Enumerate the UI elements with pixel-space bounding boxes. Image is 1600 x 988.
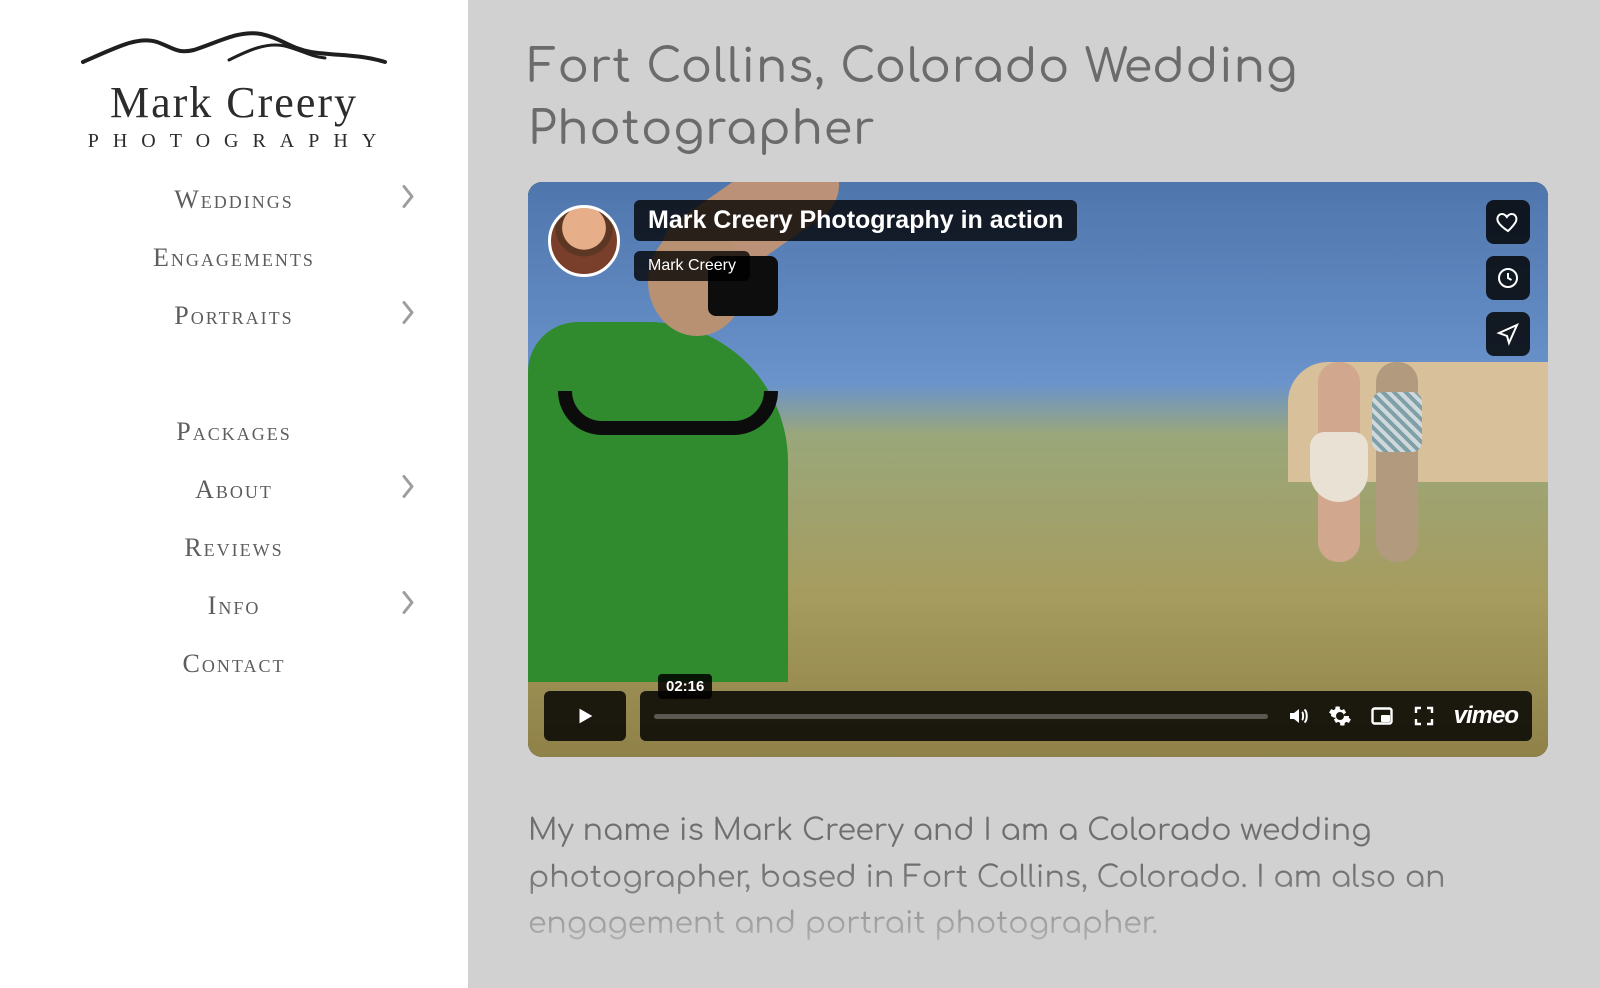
nav-item-info[interactable]: Info: [0, 577, 468, 635]
heart-icon: [1496, 210, 1520, 234]
nav-item-reviews[interactable]: Reviews: [0, 519, 468, 577]
brand-logo[interactable]: Mark Creery PHOTOGRAPHY: [0, 28, 468, 153]
video-player[interactable]: Mark Creery Photography in action Mark C…: [528, 182, 1548, 757]
nav-item-packages[interactable]: Packages: [0, 403, 468, 461]
brand-line1: Mark Creery: [0, 77, 468, 128]
sidebar: Mark Creery PHOTOGRAPHY Weddings Engagem…: [0, 0, 468, 988]
nav-label: Weddings: [174, 185, 294, 215]
volume-icon: [1286, 704, 1310, 728]
nav-item-contact[interactable]: Contact: [0, 635, 468, 693]
nav-item-about[interactable]: About: [0, 461, 468, 519]
nav-item-weddings[interactable]: Weddings: [0, 171, 468, 229]
chevron-right-icon: [400, 183, 416, 218]
paper-plane-icon: [1496, 322, 1520, 346]
intro-paragraph: My name is Mark Creery and I am a Colora…: [528, 809, 1548, 949]
nav-label: Engagements: [153, 243, 315, 273]
play-button[interactable]: [544, 691, 626, 741]
like-button[interactable]: [1486, 200, 1530, 244]
video-header: Mark Creery Photography in action Mark C…: [548, 200, 1077, 281]
duration-tooltip: 02:16: [658, 674, 712, 699]
fullscreen-icon: [1412, 704, 1436, 728]
progress-track[interactable]: 02:16: [654, 714, 1268, 719]
video-title[interactable]: Mark Creery Photography in action: [634, 200, 1077, 241]
video-side-actions: [1486, 200, 1530, 356]
gear-icon: [1328, 704, 1352, 728]
nav-label: About: [195, 475, 273, 505]
nav-label: Contact: [183, 649, 286, 679]
settings-button[interactable]: [1328, 704, 1352, 728]
video-controls: 02:16 vimeo: [544, 691, 1532, 741]
watch-later-button[interactable]: [1486, 256, 1530, 300]
play-icon: [574, 705, 596, 727]
nav-divider: [0, 345, 468, 403]
nav-item-portraits[interactable]: Portraits: [0, 287, 468, 345]
volume-button[interactable]: [1286, 704, 1310, 728]
nav-item-engagements[interactable]: Engagements: [0, 229, 468, 287]
chevron-right-icon: [400, 473, 416, 508]
pip-icon: [1370, 704, 1394, 728]
chevron-right-icon: [400, 299, 416, 334]
nav-label: Reviews: [184, 533, 283, 563]
mountain-icon: [79, 28, 389, 68]
nav-label: Portraits: [174, 301, 293, 331]
author-avatar[interactable]: [548, 205, 620, 277]
page-title: Fort Collins, Colorado Wedding Photograp…: [528, 36, 1540, 160]
clock-icon: [1496, 266, 1520, 290]
provider-logo[interactable]: vimeo: [1454, 702, 1518, 730]
controls-bar: 02:16 vimeo: [640, 691, 1532, 741]
share-button[interactable]: [1486, 312, 1530, 356]
main-content: Fort Collins, Colorado Wedding Photograp…: [468, 0, 1600, 988]
nav-label: Packages: [176, 417, 291, 447]
nav-label: Info: [208, 591, 261, 621]
brand-line2: PHOTOGRAPHY: [0, 130, 468, 153]
pip-button[interactable]: [1370, 704, 1394, 728]
primary-nav: Weddings Engagements Portraits Packages …: [0, 171, 468, 693]
chevron-right-icon: [400, 589, 416, 624]
video-author[interactable]: Mark Creery: [634, 251, 750, 281]
fullscreen-button[interactable]: [1412, 704, 1436, 728]
